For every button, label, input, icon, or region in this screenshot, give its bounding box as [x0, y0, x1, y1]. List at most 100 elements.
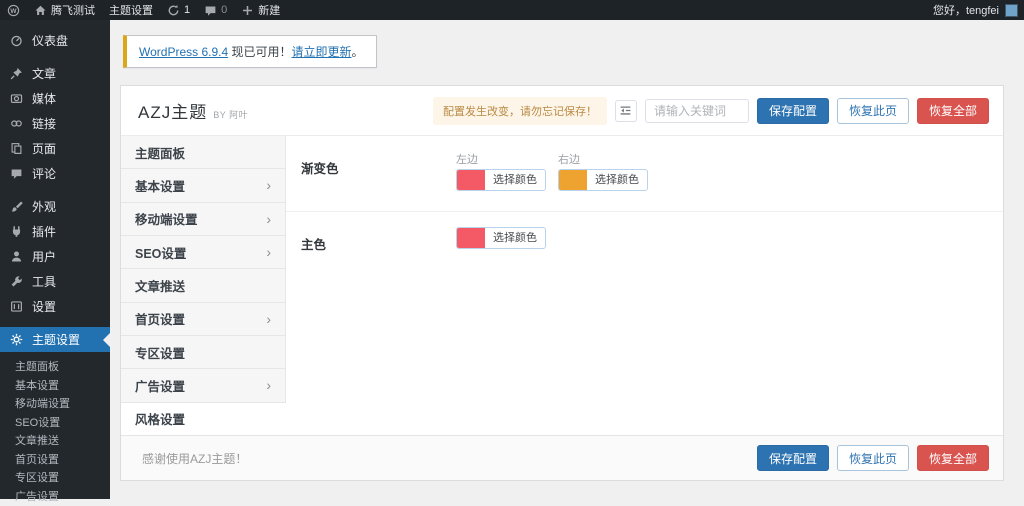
tab-ad-settings[interactable]: 广告设置› — [121, 369, 285, 402]
sidebar-item-comments[interactable]: 评论 — [0, 161, 110, 186]
media-icon — [9, 92, 24, 105]
search-input[interactable] — [645, 99, 749, 123]
update-notice: WordPress 6.9.4 现已可用！请立即更新。 — [123, 35, 377, 68]
choose-color-label: 选择颜色 — [485, 170, 545, 190]
tab-label: 首页设置 — [135, 309, 185, 328]
sidebar-item-posts[interactable]: 文章 — [0, 61, 110, 86]
submenu-item-zone-settings[interactable]: 专区设置 — [0, 469, 110, 488]
adminbar-theme-settings[interactable]: 主题设置 — [102, 0, 160, 20]
card-header: AZJ主题 BY 阿叶 配置发生改变，请勿忘记保存！ 保存配置 恢复此页 恢复全… — [121, 86, 1003, 136]
color-picker-gradient-right: 右边选择颜色 — [558, 151, 648, 191]
plus-icon — [241, 4, 254, 17]
choose-color-button-gradient-right[interactable]: 选择颜色 — [558, 169, 648, 191]
sidebar-item-media[interactable]: 媒体 — [0, 86, 110, 111]
tab-label: 文章推送 — [135, 276, 185, 295]
tab-post-push[interactable]: 文章推送 — [121, 269, 285, 302]
pages-icon — [9, 142, 24, 155]
update-icon — [167, 4, 180, 17]
sidebar-item-label: 设置 — [32, 298, 56, 315]
new-content-menu[interactable]: 新建 — [234, 0, 287, 20]
comments-link[interactable]: 0 — [197, 0, 234, 20]
restore-page-button[interactable]: 恢复此页 — [837, 98, 909, 124]
sidebar-item-label: 评论 — [32, 165, 56, 182]
sidebar-item-settings[interactable]: 设置 — [0, 294, 110, 319]
sidebar-item-theme-settings[interactable]: 主题设置 — [0, 327, 110, 352]
site-name: 腾飞测试 — [51, 2, 95, 18]
sidebar-item-appearance[interactable]: 外观 — [0, 194, 110, 219]
submenu-item-home-settings[interactable]: 首页设置 — [0, 451, 110, 470]
tab-basic-settings[interactable]: 基本设置 › — [121, 169, 285, 202]
sidebar-item-links[interactable]: 链接 — [0, 111, 110, 136]
setting-row-gradient-color: 渐变色左边选择颜色右边选择颜色 — [286, 136, 1003, 212]
restore-all-button[interactable]: 恢复全部 — [917, 98, 989, 124]
color-swatch — [457, 228, 485, 248]
setting-row-primary-color: 主色选择颜色 — [286, 212, 1003, 273]
sidebar-item-label: 链接 — [32, 115, 56, 132]
posts-icon — [9, 67, 24, 80]
setting-label: 主色 — [301, 227, 456, 253]
choose-color-button-primary[interactable]: 选择颜色 — [456, 227, 546, 249]
theme-options-card: AZJ主题 BY 阿叶 配置发生改变，请勿忘记保存！ 保存配置 恢复此页 恢复全… — [120, 85, 1004, 481]
tab-style-settings[interactable]: 风格设置 — [121, 403, 286, 435]
color-picker-primary: 选择颜色 — [456, 227, 546, 253]
submenu-item-seo-settings[interactable]: SEO设置 — [0, 414, 110, 433]
tab-theme-panel[interactable]: 主题面板 — [121, 136, 285, 169]
sidebar-item-dashboard[interactable]: 仪表盘 — [0, 28, 110, 53]
account-menu[interactable]: 您好，tengfei — [933, 2, 1024, 18]
updates-link[interactable]: 1 — [160, 0, 197, 20]
chevron-right-icon: › — [266, 178, 271, 192]
plugin-icon — [9, 225, 24, 238]
admin-sidebar: 仪表盘文章媒体链接页面评论外观插件用户工具设置主题设置 主题面板基本设置移动端设… — [0, 20, 110, 499]
choose-color-button-gradient-left[interactable]: 选择颜色 — [456, 169, 546, 191]
tab-mobile-settings[interactable]: 移动端设置 › — [121, 203, 285, 236]
footer-restore-page-button[interactable]: 恢复此页 — [837, 445, 909, 471]
page-byline: BY 阿叶 — [213, 108, 248, 121]
picker-sublabel: 左边 — [456, 151, 546, 164]
footer-actions: 保存配置 恢复此页 恢复全部 — [757, 445, 989, 471]
svg-text:W: W — [10, 7, 17, 14]
tab-label: 移动端设置 — [135, 209, 198, 228]
sidebar-item-label: 工具 — [32, 273, 56, 290]
save-config-button[interactable]: 保存配置 — [757, 98, 829, 124]
setting-label: 渐变色 — [301, 151, 456, 191]
footer-restore-all-button[interactable]: 恢复全部 — [917, 445, 989, 471]
wordpress-version-link[interactable]: WordPress 6.9.4 — [139, 45, 228, 59]
submenu-item-post-push[interactable]: 文章推送 — [0, 432, 110, 451]
dashboard-icon — [9, 34, 24, 47]
color-swatch — [457, 170, 485, 190]
color-picker-gradient-left: 左边选择颜色 — [456, 151, 546, 191]
comment-bubble-icon — [204, 4, 217, 17]
sidebar-item-label: 插件 — [32, 223, 56, 240]
sidebar-item-users[interactable]: 用户 — [0, 244, 110, 269]
user-icon — [9, 250, 24, 263]
submenu-item-mobile-settings[interactable]: 移动端设置 — [0, 395, 110, 414]
gear-icon — [9, 333, 24, 346]
unsaved-warning: 配置发生改变，请勿忘记保存！ — [433, 97, 607, 125]
comment-count: 0 — [221, 4, 227, 16]
settings-panel: 渐变色左边选择颜色右边选择颜色主色选择颜色 — [286, 136, 1003, 435]
submenu-item-theme-panel[interactable]: 主题面板 — [0, 358, 110, 377]
tab-home-settings[interactable]: 首页设置› — [121, 303, 285, 336]
chevron-right-icon: › — [266, 212, 271, 226]
tab-seo-settings[interactable]: SEO设置› — [121, 236, 285, 269]
card-body: 主题面板基本设置 › 移动端设置 › SEO设置› 文章推送首页设置› 专区设置广告设置›风… — [121, 136, 1003, 435]
submenu-item-ad-settings[interactable]: 广告设置 — [0, 488, 110, 506]
update-count: 1 — [184, 4, 190, 16]
tab-label: 专区设置 — [135, 343, 185, 362]
tab-label: 基本设置 — [135, 176, 185, 195]
sidebar-item-plugins[interactable]: 插件 — [0, 219, 110, 244]
sidebar-item-pages[interactable]: 页面 — [0, 136, 110, 161]
collapse-panel-button[interactable] — [615, 100, 637, 122]
tab-zone-settings[interactable]: 专区设置 — [121, 336, 285, 369]
site-link[interactable]: 腾飞测试 — [27, 0, 102, 20]
avatar — [1005, 4, 1018, 17]
picker-sublabel: 右边 — [558, 151, 648, 164]
wp-logo-menu[interactable]: W — [0, 0, 27, 20]
sidebar-item-tools[interactable]: 工具 — [0, 269, 110, 294]
update-now-link[interactable]: 请立即更新 — [292, 45, 352, 59]
brush-icon — [9, 200, 24, 213]
home-icon — [34, 4, 47, 17]
footer-save-config-button[interactable]: 保存配置 — [757, 445, 829, 471]
submenu-item-basic-settings[interactable]: 基本设置 — [0, 377, 110, 396]
wordpress-logo-icon: W — [7, 4, 20, 17]
